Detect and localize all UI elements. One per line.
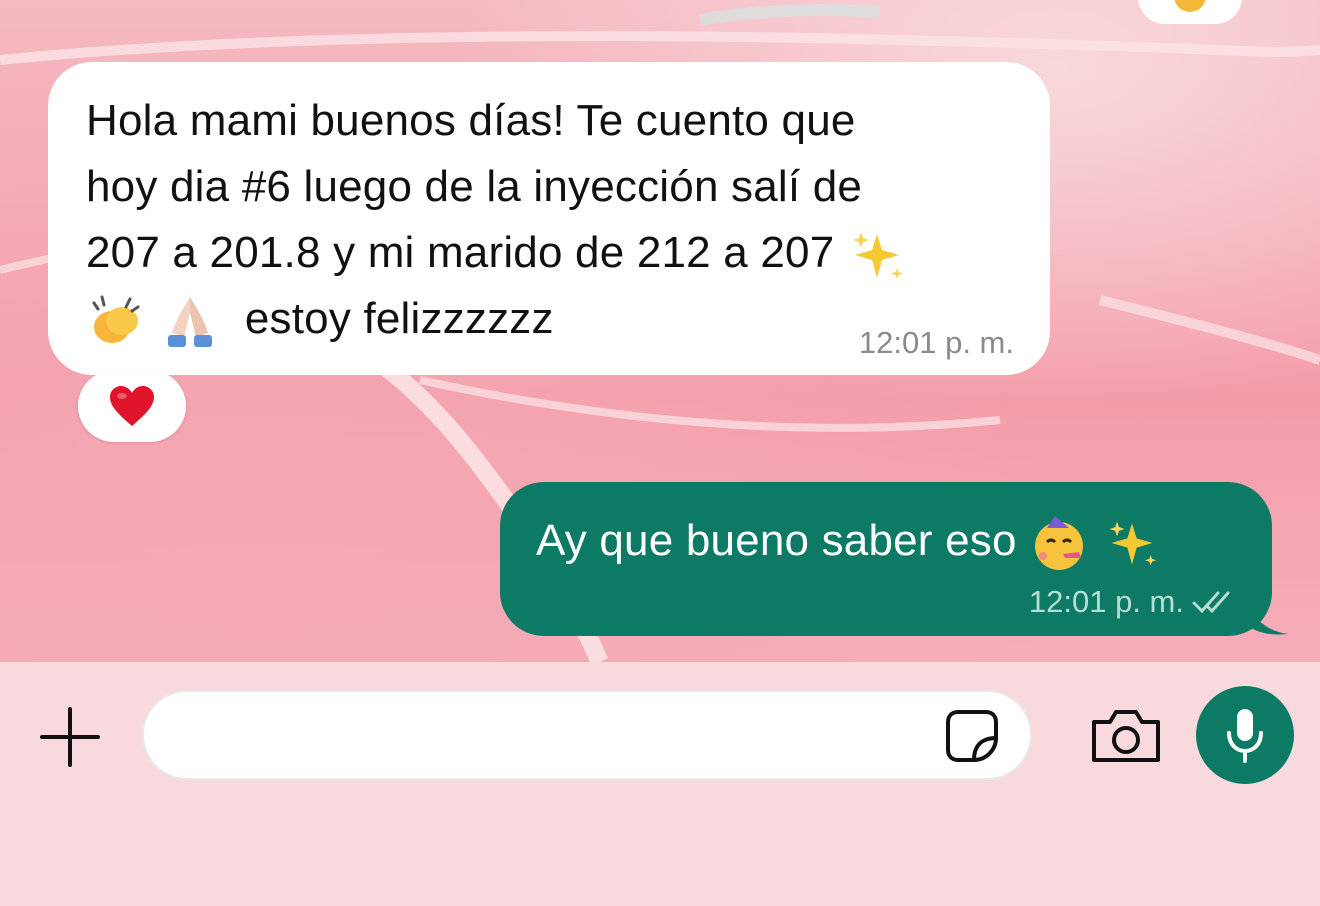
message-input[interactable] (174, 714, 938, 760)
message-line-text: Ay que bueno saber eso (536, 516, 1017, 565)
emoji-face-icon (1174, 0, 1206, 12)
message-reaction[interactable] (78, 370, 186, 442)
message-line-text: estoy felizzzzzz (244, 294, 554, 343)
message-timestamp: 12:01 p. m. (1028, 584, 1184, 619)
plus-icon[interactable] (38, 705, 102, 769)
bubble-tail-right (1248, 606, 1288, 635)
message-line: 207 a 201.8 y mi marido de 212 a 207 (86, 220, 1020, 286)
incoming-message-text: Hola mami buenos días! Te cuento que hoy… (86, 88, 1020, 352)
partying-face-icon (1035, 516, 1084, 571)
incoming-message-bubble[interactable]: Hola mami buenos días! Te cuento que hoy… (48, 62, 1050, 375)
camera-icon[interactable] (1088, 706, 1164, 766)
microphone-icon (1227, 709, 1263, 763)
clapping-hands-icon (92, 295, 140, 344)
sparkles-icon (852, 232, 903, 280)
message-timestamp: 12:01 p. m. (858, 325, 1014, 360)
sticker-icon[interactable] (944, 708, 1000, 764)
message-line: Hola mami buenos días! Te cuento que (86, 96, 856, 145)
previous-message-reaction[interactable] (1138, 0, 1242, 24)
folded-hands-icon (168, 297, 213, 348)
outgoing-message-text: Ay que bueno saber eso (536, 508, 1242, 574)
message-timestamp-row: 12:01 p. m. (1029, 584, 1236, 620)
sparkles-icon (1109, 521, 1156, 566)
red-heart-icon (110, 386, 154, 426)
message-line-text: 207 a 201.8 y mi marido de 212 a 207 (86, 228, 835, 277)
microphone-button[interactable] (1196, 686, 1294, 784)
outgoing-message-bubble[interactable]: Ay que bueno saber eso 12:01 p. m. (500, 482, 1288, 636)
message-line: hoy dia #6 luego de la inyección salí de (86, 162, 863, 211)
message-input-field[interactable] (142, 690, 1032, 780)
read-receipt-icon (1192, 591, 1230, 614)
chat-wallpaper: Hola mami buenos días! Te cuento que hoy… (0, 0, 1320, 662)
